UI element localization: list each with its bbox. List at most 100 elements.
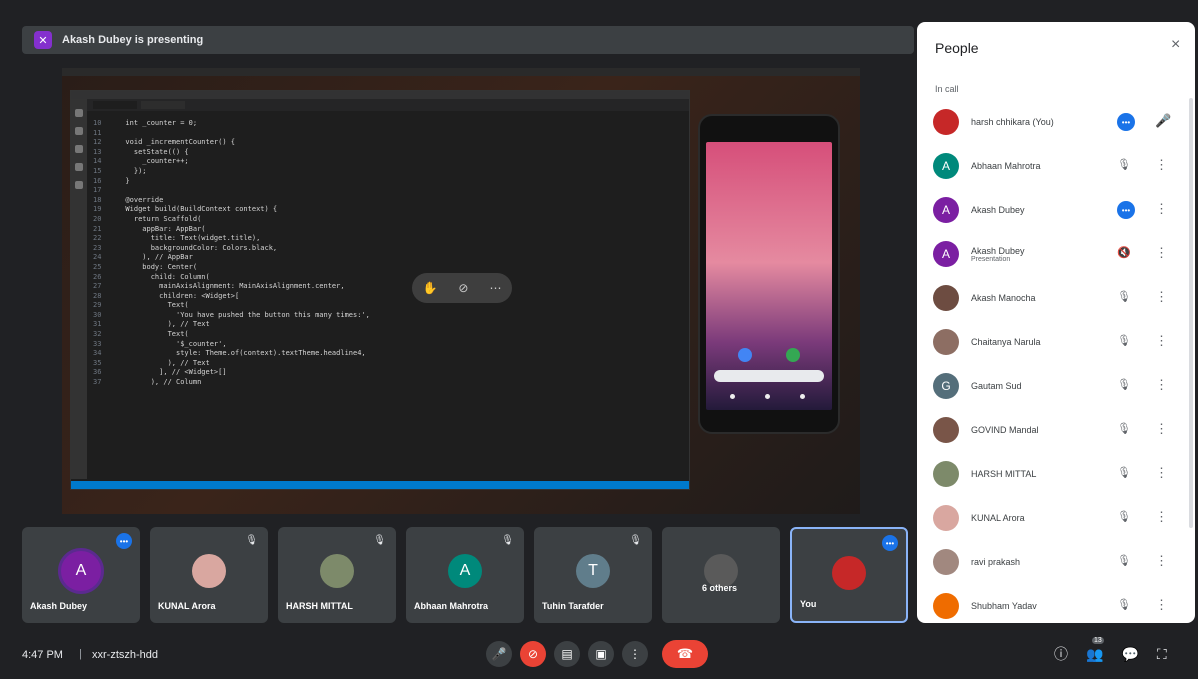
info-icon[interactable]: ⓘ [1054, 644, 1068, 664]
people-list-item[interactable]: A Akash Dubey Presentation 🔇 ⋮ [917, 232, 1195, 276]
people-list-item[interactable]: HARSH MITTAL 🎙 ⋮ [917, 452, 1195, 496]
muted-mic-icon[interactable]: 🎙 [1117, 510, 1131, 523]
line-number: 21 [93, 224, 102, 233]
people-list-item[interactable]: A Abhaan Mahrotra 🎙 ⋮ [917, 144, 1195, 188]
line-number: 31 [93, 320, 102, 329]
people-list-item[interactable]: ravi prakash 🎙 ⋮ [917, 540, 1195, 584]
shared-menubar [62, 68, 860, 76]
more-options-icon[interactable]: ⋮ [1155, 597, 1168, 613]
line-number: 13 [93, 147, 102, 156]
people-icon[interactable]: 👥 13 [1086, 636, 1104, 663]
more-icon[interactable]: ⋯ [489, 281, 501, 295]
audio-off-icon[interactable]: 🔇 [1117, 246, 1131, 259]
camera-off-icon[interactable]: ⊘ [520, 641, 546, 667]
activities-icon[interactable]: ⛶ [1157, 646, 1167, 663]
participant-tile[interactable]: 🎙 KUNAL Arora [150, 527, 268, 623]
muted-mic-icon[interactable]: 🎙 [1117, 554, 1131, 567]
code-line: 28 children: <Widget>[ [93, 292, 689, 302]
muted-mic-icon[interactable]: 🎙 [1117, 158, 1131, 171]
code-line: 21 appBar: AppBar( [93, 225, 689, 235]
participant-tile[interactable]: 🎙 HARSH MITTAL [278, 527, 396, 623]
more-options-icon[interactable]: ⋮ [1155, 157, 1168, 173]
person-text: Gautam Sud [971, 381, 1022, 391]
speaking-indicator-icon[interactable]: ••• [1117, 201, 1135, 219]
people-list-item[interactable]: A Akash Dubey ••• ⋮ [917, 188, 1195, 232]
more-options-icon[interactable]: ⋮ [1155, 465, 1168, 481]
line-number: 36 [93, 368, 102, 377]
line-number: 22 [93, 234, 102, 243]
code-line: 17 [93, 186, 689, 196]
extensions-icon [75, 181, 83, 189]
muted-mic-icon[interactable]: 🎙 [1117, 422, 1131, 435]
people-list-item[interactable]: G Gautam Sud 🎙 ⋮ [917, 364, 1195, 408]
code-text: Widget build(BuildContext context) { [117, 205, 278, 214]
people-list-item[interactable]: Akash Manocha 🎙 ⋮ [917, 276, 1195, 320]
people-list-item[interactable]: Shubham Yadav 🎙 ⋮ [917, 584, 1195, 623]
code-line: 24 ), // AppBar [93, 253, 689, 263]
more-options-icon[interactable]: ⋮ [1155, 553, 1168, 569]
more-options-icon[interactable]: ⋮ [1155, 289, 1168, 305]
muted-mic-icon: 🎙 [501, 535, 514, 546]
more-options-icon[interactable]: ⋮ [1155, 377, 1168, 393]
participant-tile[interactable]: ••• You [790, 527, 908, 623]
participant-tile[interactable]: A 🎙 Abhaan Mahrotra [406, 527, 524, 623]
line-number: 20 [93, 214, 102, 223]
line-number: 28 [93, 291, 102, 300]
code-line: 27 mainAxisAlignment: MainAxisAlignment.… [93, 282, 689, 292]
line-number: 35 [93, 358, 102, 367]
line-number: 15 [93, 166, 102, 175]
hand-icon[interactable]: ✋ [422, 281, 437, 295]
code-text: Text( [117, 301, 189, 310]
code-text: @override [117, 195, 164, 204]
people-list-item[interactable]: Chaitanya Narula 🎙 ⋮ [917, 320, 1195, 364]
muted-mic-icon[interactable]: 🎙 [1117, 290, 1131, 303]
line-number: 34 [93, 349, 102, 358]
mic-off-icon[interactable]: ⊘ [458, 281, 468, 295]
panel-scrollbar[interactable] [1189, 98, 1193, 528]
code-line: 10 int _counter = 0; [93, 119, 689, 129]
muted-mic-icon[interactable]: 🎙 [1117, 334, 1131, 347]
code-line: 11 [93, 129, 689, 139]
participant-name: Tuhin Tarafder [542, 601, 604, 611]
people-list-item[interactable]: KUNAL Arora 🎙 ⋮ [917, 496, 1195, 540]
tile-overlay-controls[interactable]: ✋ ⊘ ⋯ [412, 273, 512, 303]
code-text: ), // AppBar [117, 253, 193, 262]
person-text: Akash Dubey Presentation [971, 246, 1025, 263]
captions-icon[interactable]: ▤ [554, 641, 580, 667]
speaking-indicator-icon[interactable]: ••• [1117, 113, 1135, 131]
muted-mic-icon[interactable]: 🎙 [1117, 598, 1131, 611]
more-options-icon[interactable]: ⋮ [622, 641, 648, 667]
mic-icon[interactable]: 🎤 [1155, 113, 1171, 129]
avatar [933, 593, 959, 619]
muted-mic-icon[interactable]: 🎙 [1117, 466, 1131, 479]
more-options-icon[interactable]: ⋮ [1155, 421, 1168, 437]
muted-mic-icon[interactable]: 🎙 [1117, 378, 1131, 391]
editor-tabs [71, 99, 689, 111]
close-icon[interactable]: × [1171, 36, 1180, 54]
people-list-item[interactable]: harsh chhikara (You) ••• 🎤 [917, 100, 1195, 144]
line-number: 29 [93, 301, 102, 310]
present-screen-icon[interactable]: ▣ [588, 641, 614, 667]
person-text: GOVIND Mandal [971, 425, 1039, 435]
mic-icon[interactable]: 🎤 [486, 641, 512, 667]
more-options-icon[interactable]: ⋮ [1155, 333, 1168, 349]
in-call-heading: In call [935, 84, 959, 94]
more-options-icon[interactable]: ⋮ [1155, 201, 1168, 217]
person-text: KUNAL Arora [971, 513, 1025, 523]
participant-tile[interactable]: A ••• Akash Dubey [22, 527, 140, 623]
person-name: harsh chhikara (You) [971, 117, 1054, 127]
avatar [933, 461, 959, 487]
code-text: void _incrementCounter() { [117, 138, 236, 147]
participant-tile[interactable]: 6 others [662, 527, 780, 623]
participant-name: HARSH MITTAL [286, 601, 353, 611]
person-name: Shubham Yadav [971, 601, 1037, 611]
people-list-item[interactable]: GOVIND Mandal 🎙 ⋮ [917, 408, 1195, 452]
code-line: 30 'You have pushed the button this many… [93, 311, 689, 321]
code-line: 20 return Scaffold( [93, 215, 689, 225]
more-options-icon[interactable]: ⋮ [1155, 245, 1168, 261]
chat-icon[interactable]: 💬 [1121, 646, 1138, 663]
participant-tile[interactable]: T 🎙 Tuhin Tarafder [534, 527, 652, 623]
debug-icon [75, 163, 83, 171]
more-options-icon[interactable]: ⋮ [1155, 509, 1168, 525]
hangup-icon[interactable]: ☎ [662, 640, 708, 668]
